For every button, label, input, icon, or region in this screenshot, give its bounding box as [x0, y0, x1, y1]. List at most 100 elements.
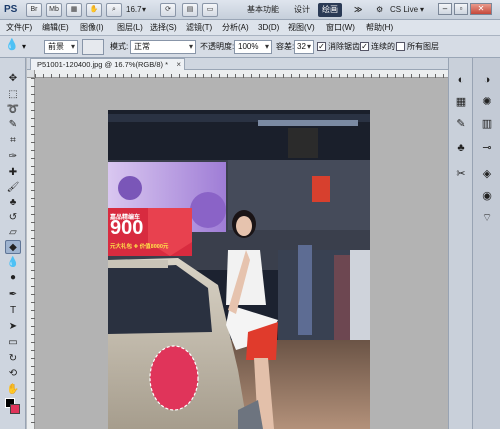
menu-3d[interactable]: 3D(D) — [258, 22, 279, 34]
workspace-design[interactable]: 设计 — [290, 3, 314, 17]
document-tab[interactable]: P51001-120400.jpg @ 16.7%(RGB/8) * × — [30, 58, 186, 70]
ruler-tick — [31, 318, 35, 319]
clone-source-icon[interactable]: ♣ — [452, 140, 470, 156]
menu-file[interactable]: 文件(F) — [6, 22, 32, 34]
tool-preset-dropdown-icon[interactable]: ▾ — [22, 41, 26, 53]
maximize-icon[interactable]: ▫ — [454, 3, 468, 15]
close-window-icon[interactable]: ✕ — [470, 3, 492, 15]
screen-mode-icon[interactable]: ▭ — [202, 3, 218, 17]
bridge-button[interactable]: Br — [26, 3, 42, 17]
ruler-tick — [31, 334, 35, 335]
eyedropper-icon[interactable]: ✑ — [5, 150, 21, 164]
menu-help[interactable]: 帮助(H) — [366, 22, 393, 34]
channels-icon[interactable]: ◉ — [478, 188, 496, 204]
3d-orbit-icon[interactable]: ⟲ — [5, 367, 21, 381]
eraser-icon[interactable]: ▱ — [5, 226, 21, 240]
menu-filter[interactable]: 滤镜(T) — [186, 22, 212, 34]
workspace-painting[interactable]: 绘画 — [318, 3, 342, 17]
opacity-input[interactable]: 100% — [234, 40, 272, 54]
vertical-ruler[interactable] — [27, 78, 35, 429]
menu-image[interactable]: 图像(I) — [80, 22, 104, 34]
cs-live-icon[interactable]: ⚙ — [376, 4, 383, 16]
quick-select-icon[interactable]: ✎ — [5, 118, 21, 132]
rotate-view-icon[interactable]: ⟳ — [160, 3, 176, 17]
ruler-tick — [251, 74, 252, 78]
document-canvas[interactable]: 嘉品精编车 900 元大礼包 ✚ 价值8000元 — [108, 110, 370, 429]
pen-icon[interactable]: ✒ — [5, 288, 21, 302]
hand-icon[interactable]: ✋ — [5, 383, 21, 397]
ruler-tick — [31, 350, 35, 351]
ruler-tick — [31, 278, 35, 279]
tools-panel-icon[interactable]: ✂ — [452, 166, 470, 182]
shape-icon[interactable]: ▭ — [5, 336, 21, 350]
ruler-tick — [331, 74, 332, 78]
menu-edit[interactable]: 编辑(E) — [42, 22, 69, 34]
ruler-tick — [31, 222, 35, 223]
close-document-icon[interactable]: × — [176, 59, 181, 70]
menu-view[interactable]: 视图(V) — [288, 22, 315, 34]
contiguous-checkbox[interactable]: ✓ — [360, 42, 369, 51]
type-icon[interactable]: T — [5, 304, 21, 318]
styles-icon[interactable]: ▥ — [478, 116, 496, 132]
actions-icon[interactable]: ⊸ — [478, 140, 496, 156]
zoom-dropdown-icon[interactable]: ▾ — [142, 4, 146, 16]
paint-bucket-preset-icon[interactable]: 💧 — [5, 39, 19, 51]
cs-live-button[interactable]: CS Live — [390, 4, 418, 16]
all-layers-checkbox[interactable] — [396, 42, 405, 51]
zoom-quick-icon[interactable]: ⌕ — [106, 3, 122, 17]
ruler-tick — [31, 422, 35, 423]
color-panel-icon[interactable]: ◐ — [452, 72, 470, 88]
ruler-tick — [51, 74, 52, 78]
more-workspaces-icon[interactable]: ≫ — [350, 3, 366, 17]
paint-bucket-icon[interactable]: ◆ — [5, 240, 21, 254]
path-select-icon[interactable]: ➤ — [5, 320, 21, 334]
mode-select[interactable]: 正常 — [130, 40, 196, 54]
ruler-tick — [31, 326, 35, 327]
layers-icon[interactable]: ◈ — [478, 166, 496, 182]
pattern-picker[interactable] — [82, 39, 104, 55]
fill-source-select[interactable]: 前景 — [44, 40, 78, 54]
menu-analysis[interactable]: 分析(A) — [222, 22, 249, 34]
ruler-tick — [259, 74, 260, 78]
hand-tool-quick-icon[interactable]: ✋ — [86, 3, 102, 17]
crop-icon[interactable]: ⌗ — [5, 134, 21, 148]
ruler-tick — [179, 74, 180, 78]
ruler-tick — [219, 74, 220, 78]
menu-select[interactable]: 选择(S) — [150, 22, 177, 34]
masks-icon[interactable]: ✺ — [478, 94, 496, 110]
adjustments-icon[interactable]: ◑ — [478, 72, 496, 88]
ruler-tick — [31, 382, 35, 383]
minimize-icon[interactable]: – — [438, 3, 452, 15]
ruler-origin[interactable] — [27, 70, 35, 78]
dodge-icon[interactable]: ● — [5, 271, 21, 285]
brush-icon[interactable]: 🖌 — [5, 181, 21, 195]
contiguous-label: 连续的 — [371, 42, 395, 51]
document-tab-bar: P51001-120400.jpg @ 16.7%(RGB/8) * × — [27, 58, 448, 70]
ruler-tick — [299, 74, 300, 78]
healing-icon[interactable]: ✚ — [5, 166, 21, 180]
cs-live-dropdown-icon[interactable]: ▾ — [420, 4, 424, 16]
blur-icon[interactable]: 💧 — [5, 256, 21, 270]
background-color-swatch[interactable] — [10, 404, 20, 414]
ruler-tick — [31, 174, 35, 175]
workspace-essentials[interactable]: 基本功能 — [243, 3, 283, 17]
3d-rotate-icon[interactable]: ↻ — [5, 352, 21, 366]
mini-bridge-button[interactable]: Mb — [46, 3, 62, 17]
arrange-documents-icon[interactable]: ▤ — [182, 3, 198, 17]
lasso-icon[interactable]: ➰ — [5, 103, 21, 117]
tolerance-input[interactable]: 32 — [294, 40, 314, 54]
grid-icon[interactable]: ▦ — [66, 3, 82, 17]
menu-window[interactable]: 窗口(W) — [326, 22, 355, 34]
horizontal-ruler[interactable] — [35, 70, 448, 78]
move-icon[interactable]: ✥ — [5, 72, 21, 86]
antialias-checkbox[interactable]: ✓ — [317, 42, 326, 51]
marquee-icon[interactable]: ⬚ — [5, 88, 21, 102]
swatches-icon[interactable]: ▦ — [452, 94, 470, 110]
history-brush-icon[interactable]: ↺ — [5, 211, 21, 225]
brush-panel-icon[interactable]: ✎ — [452, 116, 470, 132]
clone-stamp-icon[interactable]: ♣ — [5, 196, 21, 210]
paths-icon[interactable]: ⌔ — [478, 210, 496, 226]
zoom-level-display[interactable]: 16.7 — [126, 4, 142, 16]
ruler-tick — [31, 238, 35, 239]
menu-layer[interactable]: 图层(L) — [117, 22, 143, 34]
